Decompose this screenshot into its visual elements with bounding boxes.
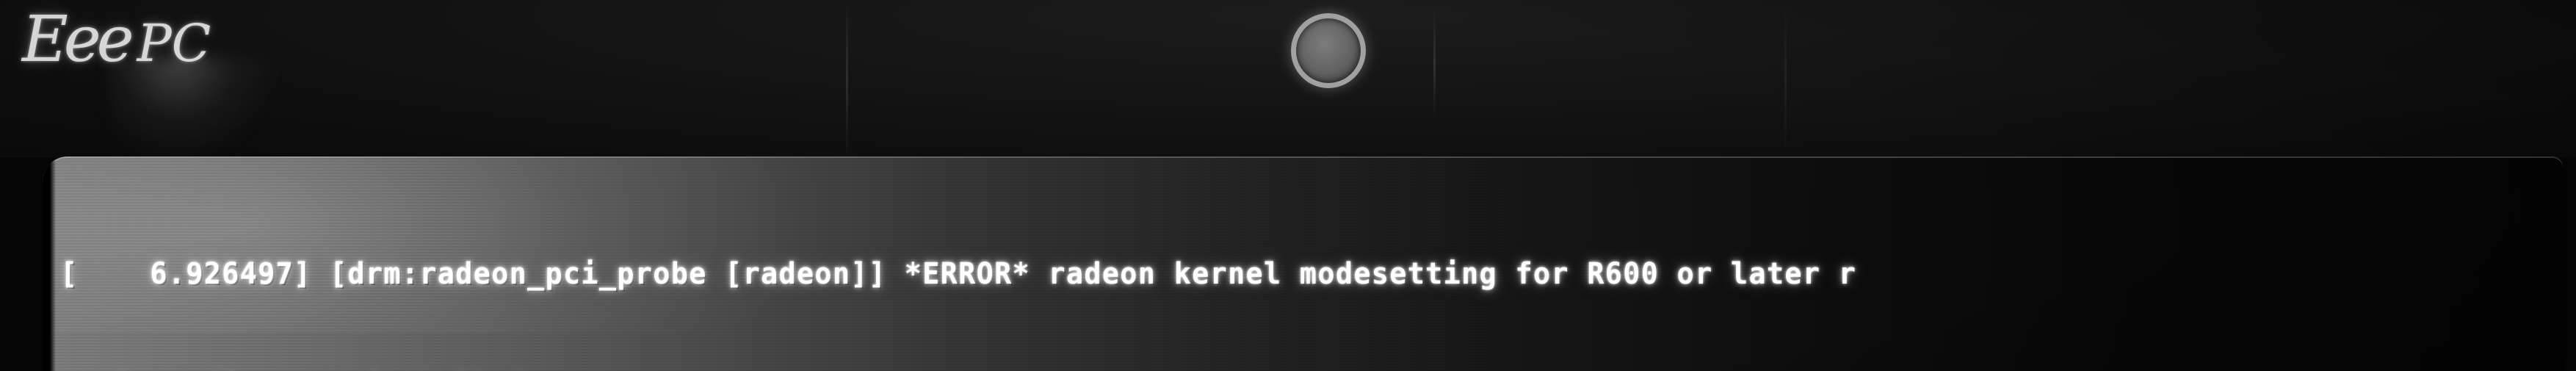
boot-console: [ 6.926497] [drm:radeon_pci_probe [radeo…	[60, 179, 2557, 371]
screen-left-lip	[43, 156, 56, 371]
logo-text-eee: Eee	[22, 3, 134, 76]
bezel-seam	[846, 0, 848, 158]
logo-text-pc: PC	[137, 13, 211, 73]
bezel-seam	[1433, 7, 1436, 118]
webcam-icon	[1291, 13, 1366, 88]
eee-pc-logo: Eee PC	[22, 4, 345, 78]
laptop-lid-bezel	[0, 0, 2576, 158]
console-line-text: [ 6.926497] [drm:radeon_pci_probe [radeo…	[60, 257, 1857, 291]
console-line: [ 6.926497] [drm:radeon_pci_probe [radeo…	[60, 255, 2557, 293]
bezel-seam	[1784, 0, 1787, 158]
laptop-photo: Eee PC [ 6.926497] [drm:radeon_pci_probe …	[0, 0, 2576, 371]
lcd-screen: [ 6.926497] [drm:radeon_pci_probe [radeo…	[43, 156, 2563, 371]
